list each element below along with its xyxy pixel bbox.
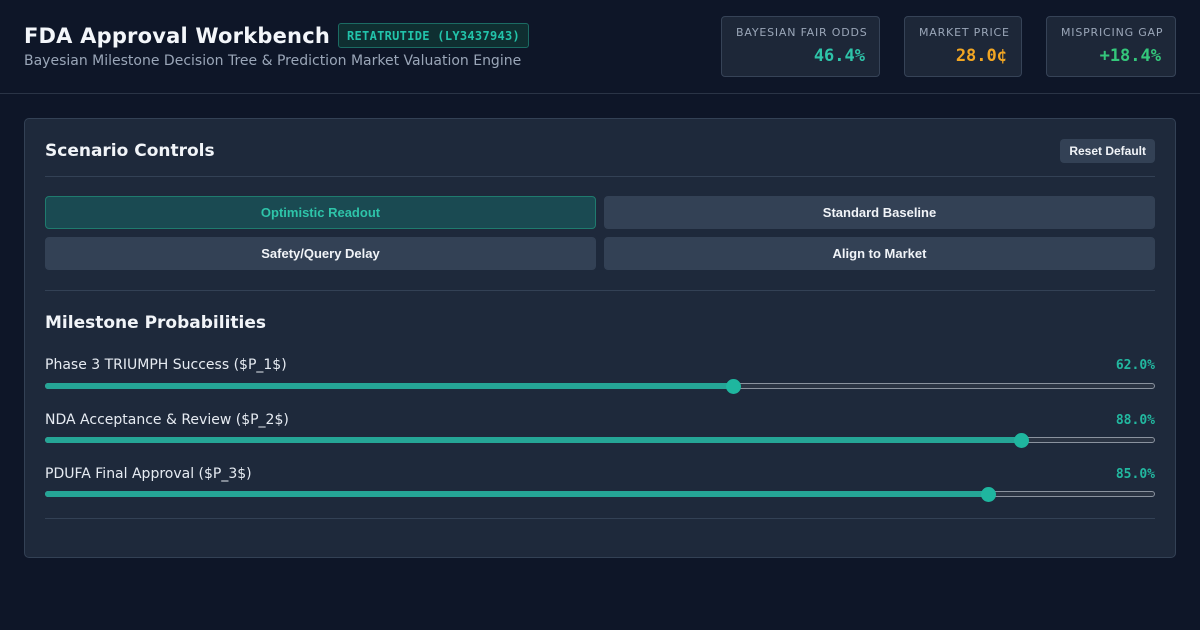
slider-fill	[45, 491, 987, 497]
slider-value: 62.0%	[1115, 358, 1155, 373]
scenario-safety-delay-button[interactable]: Safety/Query Delay	[45, 237, 596, 270]
metric-value: 28.0¢	[955, 46, 1007, 66]
drug-badge: RETATRUTIDE (LY3437943)	[338, 23, 530, 48]
scenario-panel: Scenario Controls Reset Default Optimist…	[24, 118, 1176, 558]
slider-label: Phase 3 TRIUMPH Success ($P_1$)	[45, 357, 287, 373]
scenario-optimistic-button[interactable]: Optimistic Readout	[45, 196, 596, 229]
slider-fill	[45, 437, 1021, 443]
slider-track[interactable]	[45, 433, 1155, 448]
metric-value: 46.4%	[813, 46, 865, 66]
slider-thumb[interactable]	[980, 487, 996, 502]
slider-label: NDA Acceptance & Review ($P_2$)	[45, 412, 289, 428]
divider	[45, 290, 1155, 291]
scenario-standard-button[interactable]: Standard Baseline	[604, 196, 1155, 229]
metric-label: BAYESIAN FAIR ODDS	[736, 26, 868, 39]
slider-track[interactable]	[45, 379, 1155, 394]
slider-value: 88.0%	[1115, 413, 1155, 428]
metric-value: +18.4%	[1099, 46, 1161, 66]
divider	[45, 518, 1155, 519]
metric-label: MARKET PRICE	[919, 26, 1010, 39]
scenario-controls-title: Scenario Controls	[45, 141, 215, 161]
scenario-align-market-button[interactable]: Align to Market	[604, 237, 1155, 270]
slider-fill	[45, 383, 732, 389]
divider	[45, 176, 1155, 177]
slider-value: 85.0%	[1115, 467, 1155, 482]
metric-fair-odds: BAYESIAN FAIR ODDS 46.4%	[721, 16, 880, 77]
metric-label: MISPRICING GAP	[1061, 26, 1164, 39]
app-subtitle: Bayesian Milestone Decision Tree & Predi…	[24, 53, 522, 69]
slider-thumb[interactable]	[1014, 433, 1030, 448]
milestone-probabilities-title: Milestone Probabilities	[45, 313, 266, 333]
app-header: FDA Approval Workbench RETATRUTIDE (LY34…	[0, 0, 1200, 94]
metric-market-price: MARKET PRICE 28.0¢	[904, 16, 1022, 77]
title-row: FDA Approval Workbench RETATRUTIDE (LY34…	[24, 23, 530, 48]
slider-thumb[interactable]	[725, 379, 741, 394]
reset-default-button[interactable]: Reset Default	[1060, 139, 1155, 163]
metric-mispricing-gap: MISPRICING GAP +18.4%	[1046, 16, 1176, 77]
slider-label: PDUFA Final Approval ($P_3$)	[45, 466, 252, 482]
app-title: FDA Approval Workbench	[24, 23, 330, 48]
slider-track[interactable]	[45, 487, 1155, 502]
